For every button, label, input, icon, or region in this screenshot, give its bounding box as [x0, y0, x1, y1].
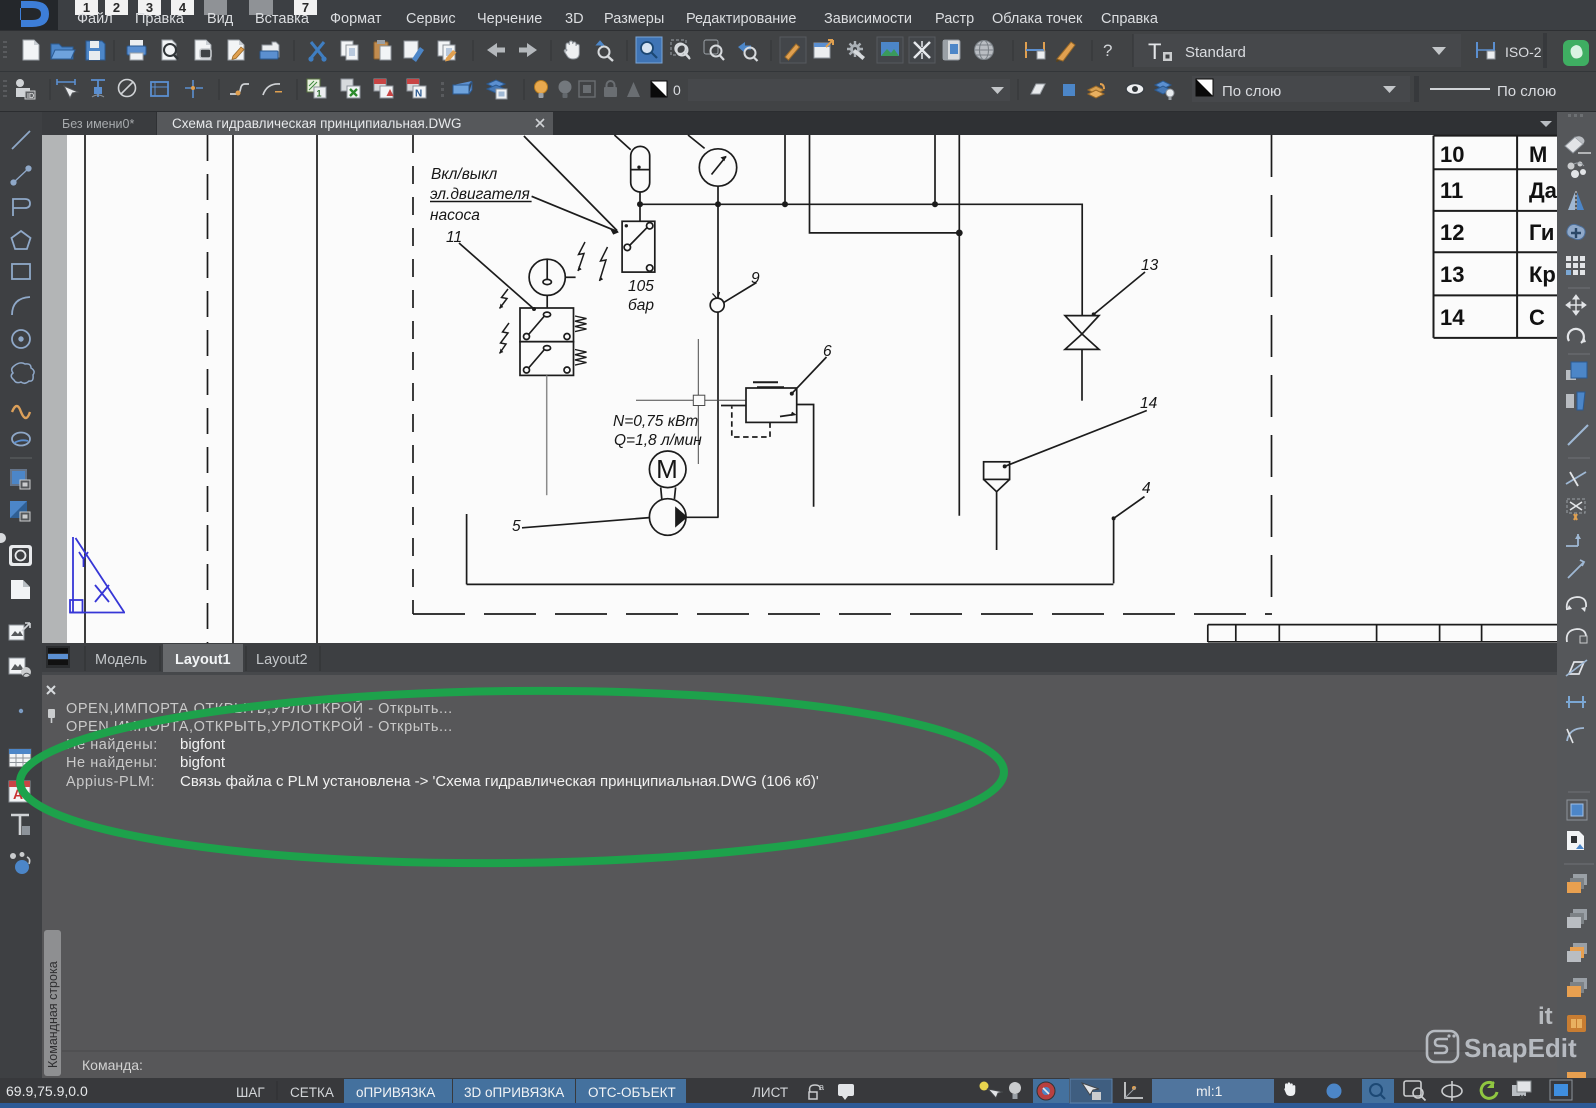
svg-text:Layout2: Layout2: [256, 652, 308, 668]
svg-text:Размеры: Размеры: [604, 11, 664, 27]
svg-text:11: 11: [1440, 178, 1463, 203]
svg-text:12: 12: [1440, 220, 1464, 245]
svg-text:6: 6: [823, 343, 832, 360]
svg-text:Не найдены:: Не найдены:: [66, 755, 158, 771]
svg-text:Формат: Формат: [330, 11, 382, 27]
svg-text:Layout1: Layout1: [175, 652, 231, 668]
svg-text:Черчение: Черчение: [477, 11, 542, 27]
svg-text:Зависимости: Зависимости: [824, 11, 912, 27]
svg-text:Редактирование: Редактирование: [686, 11, 796, 27]
svg-text:Appius-PLM:: Appius-PLM:: [66, 774, 155, 790]
svg-text:14: 14: [1140, 395, 1158, 412]
svg-text:Q=1,8 л/мин: Q=1,8 л/мин: [614, 432, 702, 449]
svg-text:ID: ID: [27, 93, 34, 100]
svg-text:9: 9: [751, 270, 760, 287]
svg-text:0: 0: [673, 82, 681, 98]
svg-text:3D оПРИВЯЗКА: 3D оПРИВЯЗКА: [464, 1085, 564, 1100]
svg-text:Справка: Справка: [1101, 11, 1159, 27]
svg-text:Да: Да: [1529, 178, 1558, 203]
svg-text:1: 1: [317, 89, 322, 99]
svg-text:T: T: [1148, 39, 1161, 64]
svg-text:Вид: Вид: [207, 11, 234, 27]
svg-text:Команда:: Команда:: [82, 1057, 143, 1073]
svg-text:69.9,75.9,0.0: 69.9,75.9,0.0: [6, 1083, 88, 1099]
svg-text:М: М: [1529, 142, 1547, 167]
svg-text:ISO-2: ISO-2: [1505, 44, 1542, 60]
svg-text:Модель: Модель: [95, 652, 147, 668]
svg-text:Командная строка: Командная строка: [46, 961, 60, 1068]
svg-text:N=0,75 кВт: N=0,75 кВт: [613, 413, 698, 430]
svg-text:105: 105: [628, 278, 654, 295]
svg-text:11: 11: [446, 229, 462, 246]
svg-text:ОТС-ОБЪЕКТ: ОТС-ОБЪЕКТ: [588, 1085, 676, 1100]
svg-text:14: 14: [1440, 305, 1465, 330]
svg-text:Вставка: Вставка: [255, 11, 310, 27]
svg-text:СЕТКА: СЕТКА: [290, 1085, 334, 1100]
svg-text:М: М: [656, 454, 678, 484]
svg-text:Вкл/выкл: Вкл/выкл: [431, 166, 498, 183]
svg-text:10: 10: [1440, 142, 1464, 167]
svg-text:?: ?: [1103, 41, 1112, 60]
svg-text:a: a: [819, 1082, 824, 1092]
svg-text:SnapEdit: SnapEdit: [1464, 1033, 1577, 1063]
svg-text:2: 2: [113, 0, 120, 15]
svg-text:С: С: [1529, 305, 1545, 330]
svg-text:Файл: Файл: [77, 11, 113, 27]
svg-text:Растр: Растр: [935, 11, 974, 27]
svg-text:Ги: Ги: [1529, 220, 1554, 245]
svg-text:Связь файла с PLM установлена: Связь файла с PLM установлена -> 'Схема …: [180, 773, 819, 790]
svg-text:5: 5: [512, 518, 521, 535]
svg-text:Облака точек: Облака точек: [992, 11, 1083, 27]
svg-text:ШАГ: ШАГ: [236, 1085, 265, 1100]
svg-text:бар: бар: [628, 297, 654, 314]
svg-text:13: 13: [1440, 262, 1464, 287]
svg-text:bigfont: bigfont: [180, 754, 226, 771]
svg-text:13: 13: [1141, 257, 1159, 274]
svg-text:Кр: Кр: [1529, 262, 1556, 287]
svg-text:По слою: По слою: [1497, 83, 1556, 100]
svg-text:3D: 3D: [565, 11, 584, 27]
svg-text:it: it: [1538, 1003, 1553, 1030]
svg-text:ml:1: ml:1: [1196, 1083, 1223, 1099]
svg-text:Схема гидравлическая принципиа: Схема гидравлическая принципиальная.DWG: [172, 116, 461, 131]
svg-text:По слою: По слою: [1222, 83, 1281, 100]
svg-text:Standard: Standard: [1185, 44, 1246, 61]
svg-text:bigfont: bigfont: [180, 736, 226, 753]
svg-text:эл.двигателя: эл.двигателя: [430, 186, 530, 203]
svg-text:N: N: [415, 89, 422, 100]
svg-text:Правка: Правка: [135, 11, 185, 27]
svg-text:4: 4: [1142, 480, 1151, 497]
svg-text:ЛИСТ: ЛИСТ: [752, 1085, 788, 1100]
svg-text:Без имени0*: Без имени0*: [62, 117, 134, 131]
svg-text:Сервис: Сервис: [406, 11, 456, 27]
svg-text:насоса: насоса: [430, 207, 480, 224]
svg-text:оПРИВЯЗКА: оПРИВЯЗКА: [356, 1085, 435, 1100]
